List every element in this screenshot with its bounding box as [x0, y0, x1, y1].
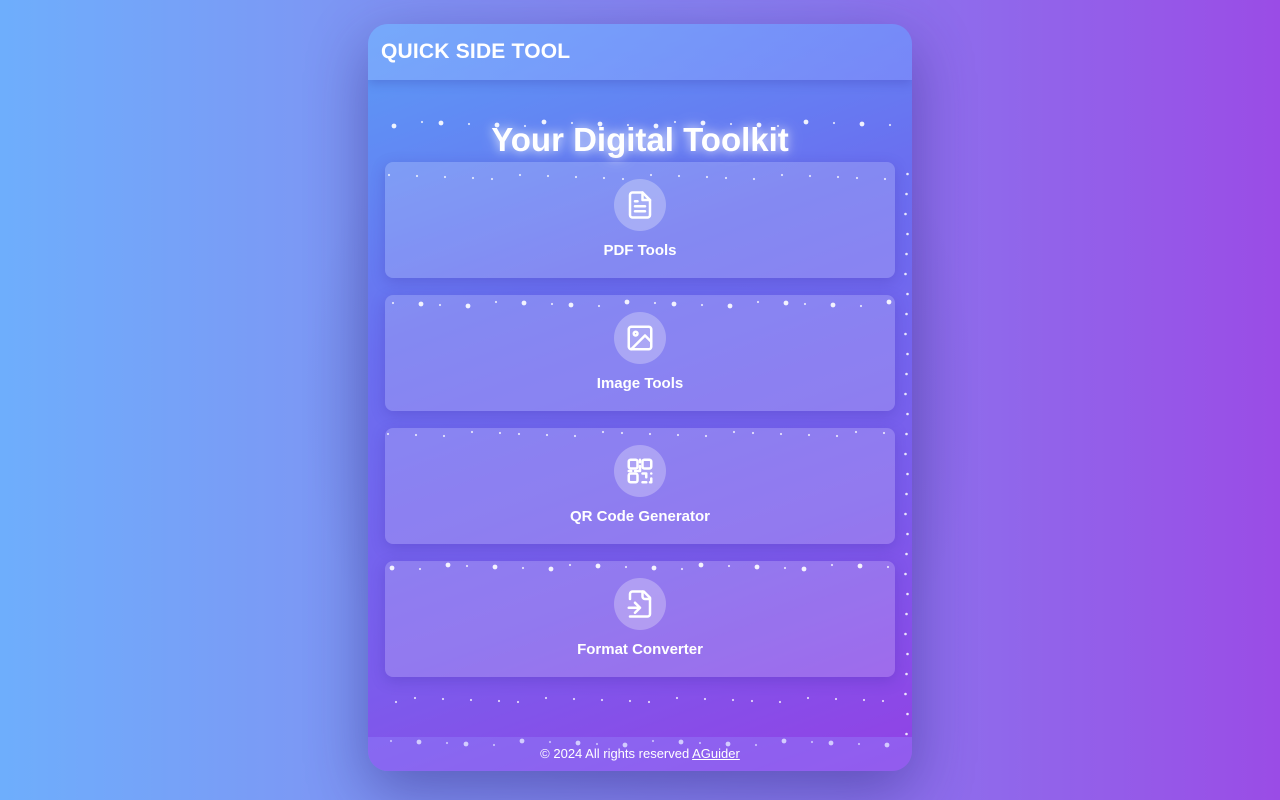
- aguider-link[interactable]: AGuider: [692, 746, 740, 761]
- qr-code-generator-label: QR Code Generator: [569, 508, 711, 525]
- image-icon: [614, 312, 666, 364]
- pdf-tools-card[interactable]: PDF Tools: [385, 162, 895, 278]
- header-bar: QUICK SIDE TOOL: [368, 24, 912, 80]
- toolkit-panel: QUICK SIDE TOOL Your Digital Toolkit PDF…: [368, 24, 912, 771]
- file-convert-icon: [614, 578, 666, 630]
- format-converter-card[interactable]: Format Converter: [385, 561, 895, 677]
- footer: © 2024 All rights reserved AGuider: [368, 737, 912, 771]
- qr-code-generator-card[interactable]: QR Code Generator: [385, 428, 895, 544]
- image-tools-label: Image Tools: [596, 375, 684, 392]
- format-converter-label: Format Converter: [577, 641, 703, 658]
- hero-title: Your Digital Toolkit: [491, 121, 789, 158]
- pdf-tools-label: PDF Tools: [603, 242, 677, 259]
- qr-code-icon: [614, 445, 666, 497]
- image-tools-card[interactable]: Image Tools: [385, 295, 895, 411]
- file-text-icon: [614, 179, 666, 231]
- app-title: QUICK SIDE TOOL: [381, 40, 571, 63]
- copyright-text: © 2024 All rights reserved: [540, 746, 690, 761]
